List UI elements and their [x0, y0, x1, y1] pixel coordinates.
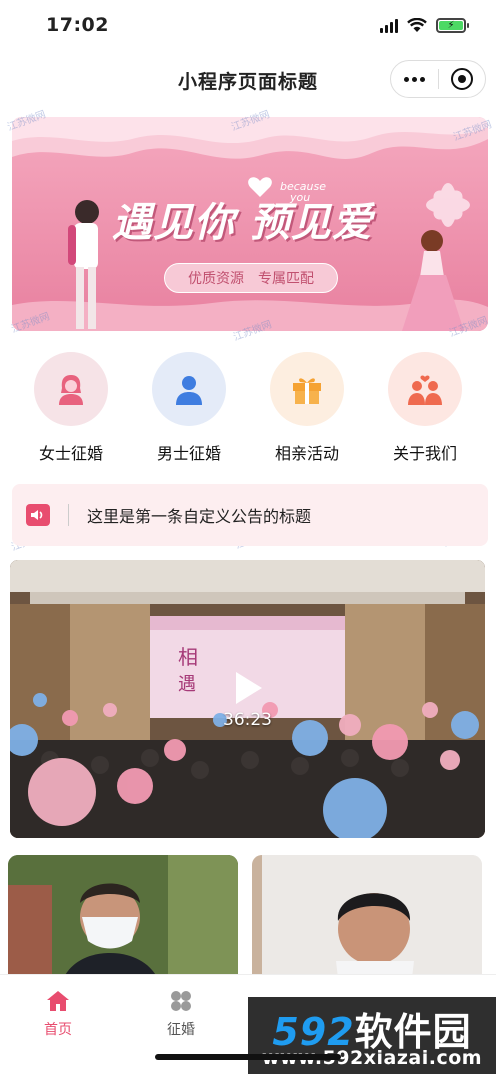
- banner-tag-match: 专属匹配: [258, 271, 314, 287]
- notice-divider: [68, 504, 69, 526]
- home-icon: [47, 991, 69, 1011]
- speaker-icon: [26, 504, 50, 526]
- profile-photo: [252, 855, 482, 995]
- category-events[interactable]: 相亲活动: [252, 352, 362, 464]
- wifi-icon: [407, 18, 427, 32]
- banner-title: 遇见你 预见爱: [112, 199, 373, 246]
- category-label: 关于我们: [392, 444, 457, 463]
- more-icon: [403, 76, 425, 82]
- category-label: 男士征婚: [156, 444, 221, 463]
- profile-photo: [8, 855, 238, 995]
- category-about[interactable]: 关于我们: [370, 352, 480, 464]
- grid-icon: [171, 991, 191, 1011]
- site-watermark-logo: 592软件园 www.592xiazai.com: [248, 997, 496, 1074]
- announcement-title: 这里是第一条自定义公告的标题: [87, 507, 312, 526]
- nav-bar: 小程序页面标题: [0, 50, 496, 110]
- banner-badge: because you: [280, 181, 326, 203]
- banner-tags: 优质资源 专属匹配: [164, 263, 338, 293]
- gift-icon: [270, 352, 344, 426]
- tab-label: 征婚: [167, 1022, 195, 1038]
- capsule-menu: [390, 60, 486, 98]
- tab-matchmaking[interactable]: 征婚: [141, 989, 221, 1039]
- male-user-icon: [152, 352, 226, 426]
- category-label: 相亲活动: [274, 444, 339, 463]
- battery-icon: ⚡: [436, 18, 469, 33]
- video-duration: 36:23: [223, 710, 272, 730]
- target-icon: [450, 68, 473, 90]
- screen-text: 相: [178, 645, 198, 669]
- status-icons: ⚡: [380, 18, 469, 33]
- category-male[interactable]: 男士征婚: [134, 352, 244, 464]
- screen-text: 遇: [178, 674, 196, 695]
- tab-label: 首页: [44, 1022, 72, 1038]
- banner-badge-line2: you: [290, 191, 311, 204]
- announcement-bar[interactable]: 这里是第一条自定义公告的标题: [12, 484, 488, 546]
- category-label: 女士征婚: [38, 444, 103, 463]
- couple-icon: [388, 352, 462, 426]
- home-indicator: [155, 1054, 341, 1060]
- profile-card[interactable]: [8, 855, 238, 995]
- signal-icon: [380, 18, 398, 33]
- close-miniprogram-button[interactable]: [439, 61, 486, 97]
- more-button[interactable]: [391, 61, 438, 97]
- video-player[interactable]: 相 遇 36:23: [10, 560, 485, 838]
- female-user-icon: [34, 352, 108, 426]
- play-icon[interactable]: [236, 672, 262, 704]
- category-grid: 女士征婚 男士征婚 相亲活动 关于我们: [0, 352, 496, 464]
- status-time: 17:02: [46, 14, 109, 36]
- banner-tag-quality: 优质资源: [188, 271, 244, 287]
- tab-home[interactable]: 首页: [18, 989, 98, 1039]
- status-bar: 17:02 ⚡: [0, 0, 496, 50]
- page: 17:02 ⚡ 小程序页面标题 遇见你 预见爱 because you 优质资源…: [0, 0, 496, 1074]
- category-female[interactable]: 女士征婚: [16, 352, 126, 464]
- profile-card[interactable]: [252, 855, 482, 995]
- banner[interactable]: 遇见你 预见爱 because you 优质资源 专属匹配: [12, 117, 488, 331]
